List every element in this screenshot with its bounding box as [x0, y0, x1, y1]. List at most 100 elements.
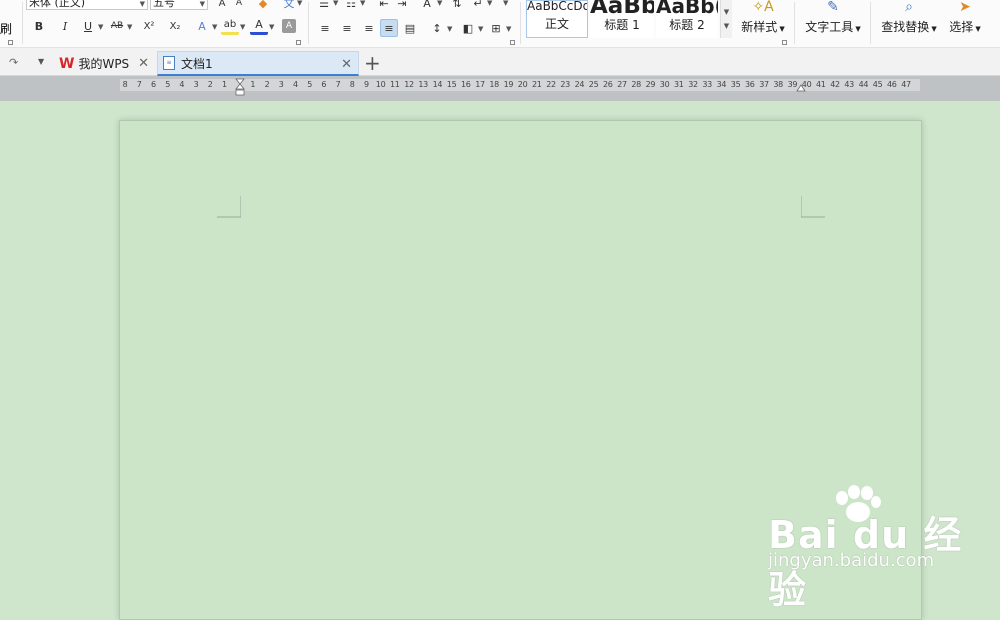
clipboard-launcher-icon[interactable]	[8, 40, 13, 45]
ruler-label: 20	[517, 80, 528, 89]
font-size-select[interactable]: 五号 ▼	[150, 0, 208, 10]
style-heading-1[interactable]: AaBb 标题 1	[590, 0, 654, 38]
underline-button[interactable]: U	[79, 17, 97, 35]
ruler-label: 11	[390, 80, 400, 89]
chevron-down-icon[interactable]: ▼	[503, 0, 508, 7]
new-tab-button[interactable]: +	[364, 51, 381, 75]
styles-scroll[interactable]: ▼ ▼	[720, 0, 732, 38]
separator	[308, 2, 309, 44]
chevron-down-icon[interactable]: ▼	[98, 23, 103, 31]
left-indent-marker-icon[interactable]	[234, 77, 246, 97]
find-replace-button[interactable]: ⌕ 查找替换 ▼	[878, 0, 940, 44]
style-normal[interactable]: AaBbCcDd 正文	[526, 0, 588, 38]
ruler-label: 2	[207, 80, 213, 89]
style-preview: AaBb	[590, 0, 654, 19]
chevron-down-icon[interactable]: ▼	[212, 23, 217, 31]
ruler-label: 31	[674, 80, 684, 89]
tab-label: 我的WPS	[78, 57, 130, 71]
separator	[520, 2, 521, 44]
document-tab-bar: ↷ ▼ W 我的WPS ✕ ≡ 文档1 ✕ +	[0, 48, 1000, 76]
text-tools-button[interactable]: ✎ 文字工具 ▼	[802, 0, 864, 44]
strikethrough-button[interactable]: AB	[108, 17, 126, 35]
chevron-down-icon[interactable]: ▼	[127, 23, 132, 31]
text-effect-button[interactable]: A	[193, 17, 211, 35]
close-icon[interactable]: ✕	[341, 57, 352, 72]
ruler-label: 5	[307, 80, 312, 89]
ruler-label: 24	[574, 80, 585, 89]
style-preview: AaBb(	[656, 0, 718, 18]
ruler-label: 8	[349, 80, 355, 89]
numbering-icon[interactable]: ☷	[342, 0, 360, 12]
redo-icon[interactable]: ↷	[9, 56, 18, 69]
font-launcher-icon[interactable]	[296, 40, 301, 45]
align-left-icon[interactable]: ≡	[316, 19, 334, 37]
close-icon[interactable]: ✕	[138, 56, 149, 71]
chinese-layout-icon[interactable]: A	[418, 0, 436, 12]
ruler-label: 13	[418, 80, 428, 89]
text-tools-icon: ✎	[827, 0, 839, 15]
ruler-label: 19	[503, 80, 514, 89]
chevron-down-icon[interactable]: ▼	[269, 23, 274, 31]
highlight-button[interactable]: ab	[221, 17, 239, 35]
char-shading-button[interactable]: A	[282, 19, 296, 33]
cursor-arrow-icon: ➤	[959, 0, 971, 15]
increase-indent-icon[interactable]: ⇥	[393, 0, 411, 12]
paragraph-launcher-icon[interactable]	[510, 40, 515, 45]
align-justify-icon[interactable]: ≡	[380, 19, 398, 37]
clear-format-icon[interactable]: ◆	[254, 0, 272, 12]
ruler-label: 4	[292, 80, 298, 89]
font-color-button[interactable]: A	[250, 17, 268, 35]
align-center-icon[interactable]: ≡	[338, 19, 356, 37]
ruler-label: 4	[179, 80, 185, 89]
grow-font-icon[interactable]: A	[213, 0, 231, 12]
chevron-down-icon[interactable]: ▼	[437, 0, 442, 7]
chevron-down-icon[interactable]: ▼	[297, 0, 302, 7]
line-spacing-icon[interactable]: ↕	[428, 19, 446, 37]
find-replace-icon: ⌕	[905, 0, 913, 15]
paragraph-shading-icon[interactable]: ◧	[459, 19, 477, 37]
show-marks-icon[interactable]: ↵	[469, 0, 487, 12]
ruler-label: 21	[532, 80, 542, 89]
italic-button[interactable]: I	[56, 17, 74, 35]
style-heading-2[interactable]: AaBb( 标题 2	[656, 0, 718, 38]
ruler-label: 22	[546, 80, 556, 89]
tab-document-1[interactable]: ≡ 文档1 ✕	[157, 51, 359, 76]
ruler-label: 30	[659, 80, 670, 89]
sort-icon[interactable]: ⇅	[448, 0, 466, 12]
select-button[interactable]: ➤ 选择 ▼	[945, 0, 985, 44]
bullets-icon[interactable]: ☰	[315, 0, 333, 12]
chevron-down-icon[interactable]: ▼	[487, 0, 492, 7]
chevron-down-icon[interactable]: ▼	[38, 57, 44, 66]
chevron-down-icon[interactable]: ▼	[506, 25, 511, 33]
phonetic-icon[interactable]: 文	[280, 0, 298, 12]
format-painter-button[interactable]: 刷	[0, 20, 12, 37]
chevron-down-icon[interactable]: ▼	[360, 0, 365, 7]
font-name-select[interactable]: 宋体 (正文) ▼	[26, 0, 148, 10]
separator	[22, 2, 23, 44]
ruler-label: 1	[221, 80, 227, 89]
decrease-indent-icon[interactable]: ⇤	[375, 0, 393, 12]
subscript-button[interactable]: X₂	[166, 17, 184, 35]
watermark-site: jingyan.baidu.com	[768, 550, 935, 571]
align-right-icon[interactable]: ≡	[360, 19, 378, 37]
ruler-label: 2	[264, 80, 270, 89]
style-preview: AaBbCcDd	[527, 0, 588, 13]
tab-my-wps[interactable]: W 我的WPS ✕	[55, 51, 155, 76]
distributed-align-icon[interactable]: ▤	[401, 19, 419, 37]
styles-launcher-icon[interactable]	[782, 40, 787, 45]
shrink-font-icon[interactable]: A	[230, 0, 248, 12]
chevron-down-icon[interactable]: ▼	[478, 25, 483, 33]
ruler-label: 7	[335, 80, 341, 89]
right-indent-marker-icon[interactable]	[795, 81, 807, 93]
chevron-down-icon[interactable]: ▼	[240, 23, 245, 31]
ruler-label: 1	[250, 80, 256, 89]
ruler-label: 41	[816, 80, 826, 89]
chevron-down-icon[interactable]: ▼	[333, 0, 338, 7]
chevron-down-icon[interactable]: ▼	[447, 25, 452, 33]
document-icon: ≡	[163, 56, 175, 70]
borders-icon[interactable]: ⊞	[487, 19, 505, 37]
bold-button[interactable]: B	[30, 17, 48, 35]
ruler-label: 23	[560, 80, 570, 89]
new-style-button[interactable]: ✧A 新样式 ▼	[738, 0, 788, 44]
superscript-button[interactable]: X²	[140, 17, 158, 35]
